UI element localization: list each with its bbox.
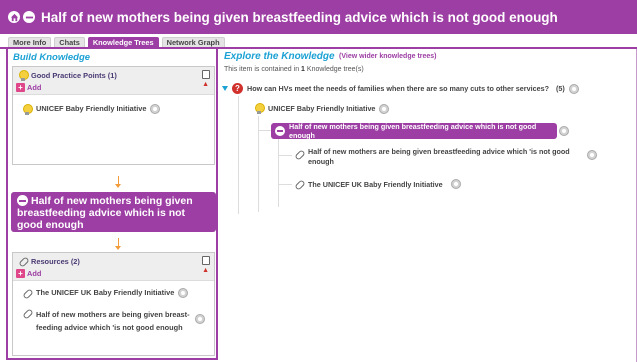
tree-count-number: 1: [301, 66, 305, 73]
list-item-label: Half of new mothers are being given brea…: [36, 310, 190, 332]
link-icon: [22, 308, 32, 318]
good-practice-title: Good Practice Points (1): [31, 71, 117, 80]
home-icon[interactable]: [8, 11, 20, 23]
tree-node-label: UNICEF Baby Friendly Initiative: [268, 104, 376, 113]
tree-node-label: Half of new mothers are being given brea…: [308, 147, 570, 166]
tree-connector: [278, 155, 292, 156]
focal-issue-label: Half of new mothers being given breastfe…: [17, 195, 193, 231]
tree-node-resource[interactable]: Half of new mothers are being given brea…: [294, 147, 576, 167]
link-icon: [294, 179, 304, 189]
page-header: Half of new mothers being given breastfe…: [0, 0, 637, 34]
gear-icon[interactable]: [559, 126, 569, 136]
add-label: Add: [27, 83, 42, 92]
issue-icon: [17, 195, 28, 206]
tree-node-label: The UNICEF UK Baby Friendly Initiative: [308, 179, 443, 189]
tree-node-label: Half of new mothers being given breastfe…: [289, 122, 537, 140]
gear-icon[interactable]: [450, 179, 461, 189]
resources-add-button[interactable]: + Add: [16, 269, 41, 278]
down-arrow: [115, 238, 121, 250]
link-icon: [22, 288, 32, 298]
list-item[interactable]: UNICEF Baby Friendly Initiative: [22, 104, 161, 115]
lightbulb-icon: [254, 103, 265, 114]
add-label: Add: [27, 269, 42, 278]
tree-count-text: This item is contained in 1 Knowledge tr…: [224, 66, 364, 73]
tree-connector: [258, 130, 271, 131]
tree-node-resource[interactable]: The UNICEF UK Baby Friendly Initiative: [294, 179, 461, 189]
view-wider-trees-link[interactable]: (View wider knowledge trees): [339, 53, 437, 60]
link-icon: [294, 149, 304, 159]
gear-icon[interactable]: [150, 104, 161, 114]
tree-node-good-practice[interactable]: UNICEF Baby Friendly Initiative: [254, 103, 390, 114]
tree-connector: [278, 139, 279, 207]
gear-icon[interactable]: [568, 83, 579, 94]
question-icon: ?: [232, 83, 243, 94]
good-practice-box: Good Practice Points (1) + Add ▲ UNICEF …: [12, 66, 215, 165]
expand-triangle-icon[interactable]: [222, 86, 228, 91]
gear-icon[interactable]: [379, 103, 390, 114]
list-item[interactable]: Half of new mothers are being given brea…: [22, 308, 212, 334]
plus-icon: +: [16, 269, 25, 278]
down-arrow: [115, 176, 121, 188]
tree-count-suffix: Knowledge tree(s): [306, 66, 364, 73]
gear-icon[interactable]: [178, 288, 189, 298]
gear-icon[interactable]: [587, 150, 597, 160]
issue-icon: [275, 126, 285, 136]
list-item[interactable]: The UNICEF UK Baby Friendly Initiative: [22, 288, 189, 298]
build-knowledge-title: Build Knowledge: [13, 52, 91, 63]
lightbulb-icon: [22, 104, 33, 115]
gear-icon[interactable]: [195, 314, 205, 324]
tree-node-question[interactable]: ? How can HVs meet the needs of families…: [222, 83, 579, 94]
plus-icon: +: [16, 83, 25, 92]
tree-node-label: How can HVs meet the needs of families w…: [247, 84, 549, 93]
resources-box: Resources (2) + Add ▲ The UNICEF UK Baby…: [12, 252, 215, 356]
focal-issue: Half of new mothers being given breastfe…: [11, 192, 216, 232]
list-item-label: UNICEF Baby Friendly Initiative: [36, 104, 147, 113]
warning-icon[interactable]: ▲: [202, 267, 209, 274]
build-knowledge-panel: Build Knowledge Good Practice Points (1)…: [6, 49, 218, 360]
tree-connector: [238, 96, 239, 214]
page-title: Half of new mothers being given breastfe…: [41, 9, 558, 25]
document-icon[interactable]: [202, 70, 210, 79]
resources-header: Resources (2) + Add ▲: [13, 253, 214, 281]
tree-node-focal[interactable]: Half of new mothers being given breastfe…: [271, 122, 557, 140]
good-practice-add-button[interactable]: + Add: [16, 83, 41, 92]
tree-node-count: (5): [555, 84, 565, 93]
explore-knowledge-title: Explore the Knowledge: [224, 51, 335, 62]
lightbulb-icon: [18, 70, 29, 83]
list-item-label: The UNICEF UK Baby Friendly Initiative: [36, 288, 175, 297]
tree-connector: [278, 184, 292, 185]
good-practice-header: Good Practice Points (1) + Add ▲: [13, 67, 214, 95]
document-icon[interactable]: [202, 256, 210, 265]
resources-title: Resources (2): [31, 257, 80, 266]
tree-count-prefix: This item is contained in: [224, 66, 300, 73]
issue-icon: [23, 11, 35, 23]
link-icon: [18, 256, 28, 268]
warning-icon[interactable]: ▲: [202, 81, 209, 88]
